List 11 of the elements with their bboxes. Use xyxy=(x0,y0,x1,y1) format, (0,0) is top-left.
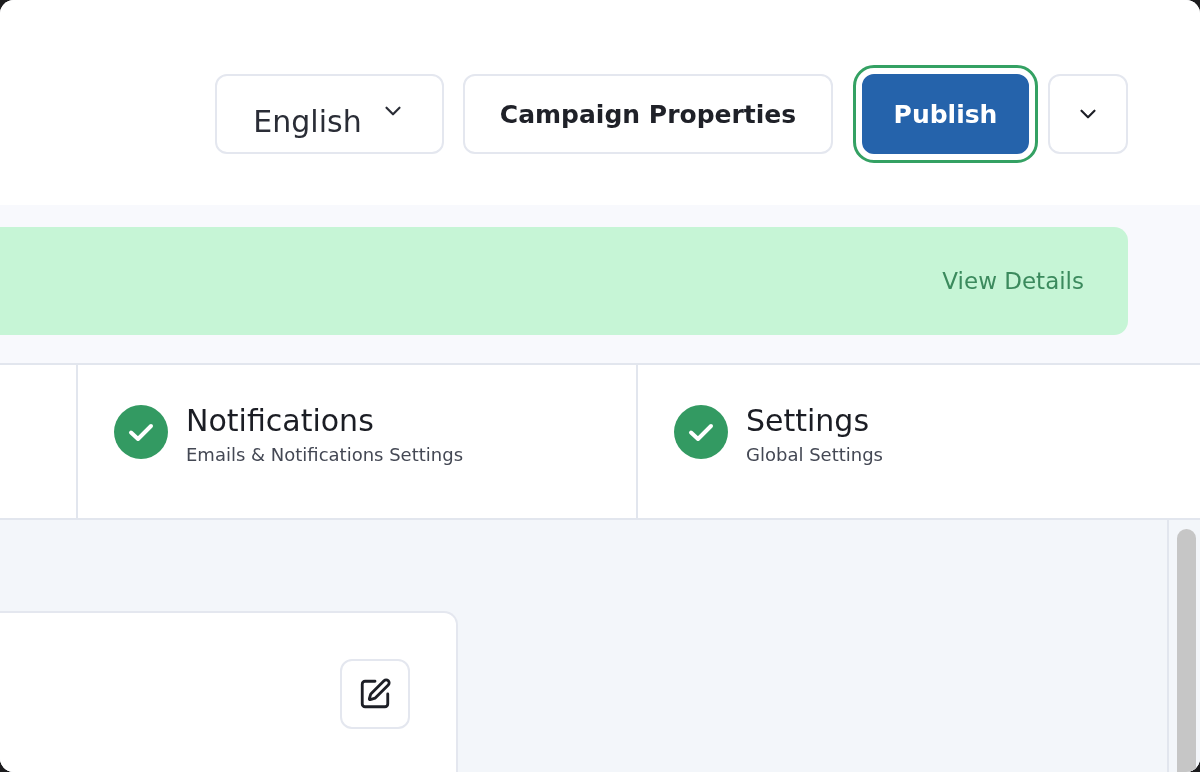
properties-button[interactable]: Campaign Properties xyxy=(463,74,833,154)
more-options-button[interactable] xyxy=(1048,74,1128,154)
step-title: Notifications xyxy=(186,403,375,438)
edit-button[interactable] xyxy=(340,659,410,729)
step-subtitle: Global Settings xyxy=(746,444,883,465)
edit-icon xyxy=(358,677,392,711)
language-select[interactable]: English xyxy=(215,74,444,154)
step-subtitle: Emails & Notifications Settings xyxy=(186,444,463,465)
scrollbar-thumb[interactable] xyxy=(1177,529,1196,772)
step-title: Settings xyxy=(746,403,871,438)
view-details-link[interactable]: View Details xyxy=(942,268,1084,294)
